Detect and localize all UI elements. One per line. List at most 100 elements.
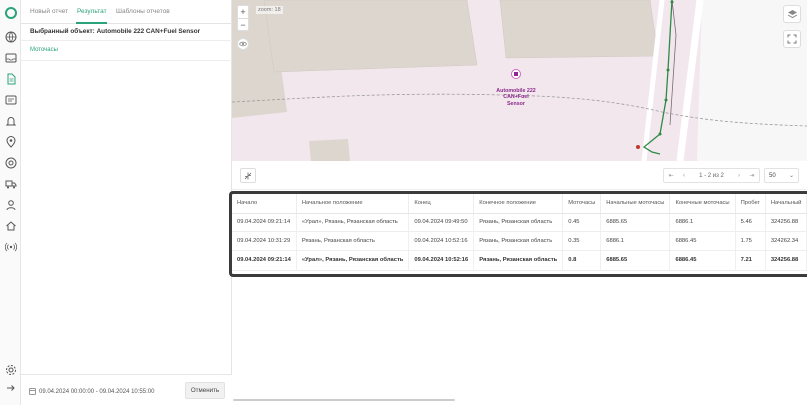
total-cell: 324256.88 xyxy=(765,249,807,271)
table-cell: 1.75 xyxy=(735,231,766,251)
logo-icon[interactable] xyxy=(4,6,17,19)
table-toolbar: ⇤ ‹ 1 - 2 из 2 › ⇥ 50 ⌄ xyxy=(232,161,807,190)
icon-rail xyxy=(0,0,21,405)
selected-object-title: Выбранный объект: Automobile 222 CAN+Fue… xyxy=(30,28,201,35)
total-cell: 6886.45 xyxy=(669,249,736,271)
reports-icon[interactable] xyxy=(4,72,17,85)
column-header[interactable]: Начальный xyxy=(765,194,807,214)
next-page-button[interactable]: › xyxy=(733,173,745,179)
report-bottom-bar: 09.04.2024 00:00:00 - 09.04.2024 10:55:0… xyxy=(21,374,232,405)
map-canvas xyxy=(232,0,807,161)
collapse-map-button[interactable] xyxy=(240,168,256,183)
column-header[interactable]: Начальное положение xyxy=(296,194,410,214)
column-header[interactable]: Конечное положение xyxy=(473,194,564,214)
horizontal-scrollbar[interactable] xyxy=(233,399,455,401)
total-cell: 6885.65 xyxy=(600,249,671,271)
user-icon[interactable] xyxy=(4,198,17,211)
divider xyxy=(21,60,232,61)
per-page-value: 50 xyxy=(769,172,776,179)
table-row[interactable]: 09.04.2024 10:31:29 Рязань, Рязанская об… xyxy=(232,231,807,251)
divider xyxy=(21,40,232,41)
chevron-down-icon: ⌄ xyxy=(788,173,794,179)
table-cell: 6886.1 xyxy=(600,231,671,251)
total-cell: 09.04.2024 10:52:16 xyxy=(408,249,475,271)
inbox-icon[interactable] xyxy=(4,51,17,64)
engine-hours-table: Начало Начальное положение Конец Конечно… xyxy=(232,194,807,271)
zoom-control: + − xyxy=(237,5,249,31)
truck-icon[interactable] xyxy=(4,177,17,190)
table-cell: «Урал», Рязань, Рязанская область xyxy=(296,213,410,232)
table-cell: 09.04.2024 10:52:16 xyxy=(408,231,475,251)
map[interactable]: + − zoom: 18 Automobile 222 CAN+Fuel Sen… xyxy=(232,0,807,161)
table-cell: 09.04.2024 09:21:14 xyxy=(232,213,297,232)
total-cell: 7.21 xyxy=(735,249,766,271)
table-cell: 6886.45 xyxy=(669,231,736,251)
table-cell: 0.35 xyxy=(562,231,602,251)
column-header[interactable]: Начало xyxy=(232,194,297,214)
table-cell: Рязань, Рязанская область xyxy=(473,213,564,232)
table-cell: 09.04.2024 10:31:29 xyxy=(232,231,297,251)
engine-hours-table-frame: Начало Начальное положение Конец Конечно… xyxy=(229,191,807,277)
collapse-icon xyxy=(244,172,252,179)
total-cell: «Урал», Рязань, Рязанская область xyxy=(296,249,410,271)
column-header[interactable]: Конечные моточасы xyxy=(669,194,736,214)
expand-icon xyxy=(787,34,797,44)
vehicle-icon xyxy=(514,72,518,76)
globe-icon[interactable] xyxy=(4,30,17,43)
table-header-row: Начало Начальное положение Конец Конечно… xyxy=(232,194,807,214)
per-page-select[interactable]: 50 ⌄ xyxy=(764,168,799,183)
messages-icon[interactable] xyxy=(4,93,17,106)
table-row[interactable]: 09.04.2024 09:21:14 «Урал», Рязань, Ряза… xyxy=(232,213,807,232)
total-cell: Рязань, Рязанская область xyxy=(473,249,564,271)
vehicle-marker[interactable] xyxy=(511,69,521,79)
date-range: 09.04.2024 00:00:00 - 09.04.2024 10:55:0… xyxy=(29,388,154,395)
column-header[interactable]: Моточасы xyxy=(562,194,602,214)
report-panel: Новый отчет Результат Шаблоны отчетов Вы… xyxy=(21,0,232,405)
signal-icon[interactable] xyxy=(4,240,17,253)
routes-icon[interactable] xyxy=(4,156,17,169)
visibility-button[interactable] xyxy=(237,38,249,50)
logout-icon[interactable] xyxy=(4,381,17,394)
column-header[interactable]: Конец xyxy=(408,194,475,214)
table-cell: 324256.88 xyxy=(765,213,807,232)
vehicle-marker-label: Automobile 222 CAN+Fuel Sensor xyxy=(496,88,536,107)
engine-hours-link[interactable]: Моточасы xyxy=(30,47,58,53)
table-cell: 6886.1 xyxy=(669,213,736,232)
tab-report-templates[interactable]: Шаблоны отчетов xyxy=(116,8,170,15)
table-cell: 09.04.2024 09:49:50 xyxy=(408,213,475,232)
zoom-out-button[interactable]: − xyxy=(238,18,248,30)
last-page-button[interactable]: ⇥ xyxy=(745,172,759,179)
report-tabs: Новый отчет Результат Шаблоны отчетов xyxy=(21,0,232,24)
tab-new-report[interactable]: Новый отчет xyxy=(30,8,68,15)
total-cell: 09.04.2024 09:21:14 xyxy=(232,249,297,271)
cancel-button[interactable]: Отменить xyxy=(185,382,225,399)
eye-icon xyxy=(239,41,247,47)
tab-result[interactable]: Результат xyxy=(77,8,107,15)
date-range-text: 09.04.2024 00:00:00 - 09.04.2024 10:55:0… xyxy=(39,388,155,395)
total-cell: 0.8 xyxy=(562,249,602,271)
table-cell: 5.46 xyxy=(735,213,766,232)
layers-icon xyxy=(787,9,797,18)
calendar-icon xyxy=(29,388,36,395)
settings-icon[interactable] xyxy=(4,363,17,376)
pagination: ⇤ ‹ 1 - 2 из 2 › ⇥ xyxy=(663,168,760,183)
table-cell: 0.45 xyxy=(562,213,602,232)
geofence-icon[interactable] xyxy=(4,135,17,148)
active-tab-indicator xyxy=(76,22,107,24)
zoom-in-button[interactable]: + xyxy=(238,6,248,18)
prev-page-button[interactable]: ‹ xyxy=(678,173,690,179)
zoom-level-label: zoom: 18 xyxy=(256,6,283,14)
layers-button[interactable] xyxy=(783,5,801,23)
home-icon[interactable] xyxy=(4,219,17,232)
table-cell: 6885.65 xyxy=(600,213,671,232)
bell-icon[interactable] xyxy=(4,114,17,127)
fullscreen-button[interactable] xyxy=(783,30,801,48)
page-info: 1 - 2 из 2 xyxy=(699,172,724,179)
table-total-row[interactable]: 09.04.2024 09:21:14 «Урал», Рязань, Ряза… xyxy=(232,249,807,271)
table-cell: Рязань, Рязанская область xyxy=(473,231,564,251)
table-cell: 324262.34 xyxy=(765,231,807,251)
column-header[interactable]: Начальные моточасы xyxy=(600,194,671,214)
first-page-button[interactable]: ⇤ xyxy=(664,172,678,179)
column-header[interactable]: Пробег xyxy=(735,194,766,214)
table-cell: Рязань, Рязанская область xyxy=(296,231,410,251)
